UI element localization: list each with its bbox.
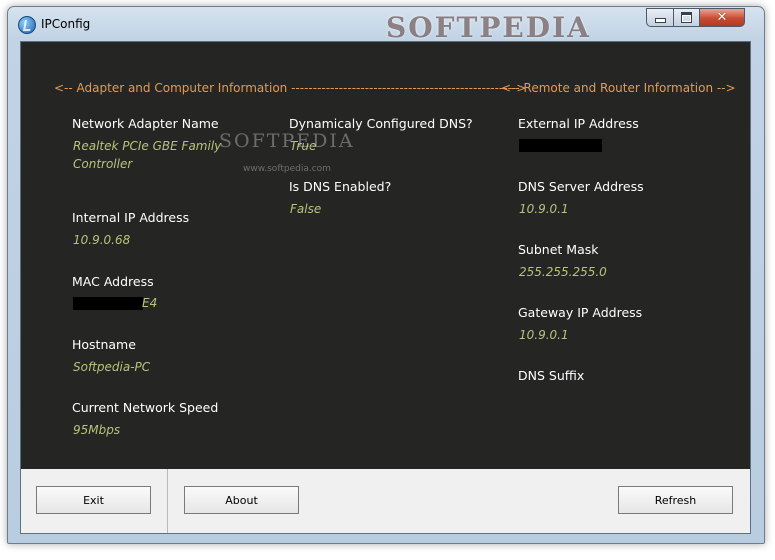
app-icon[interactable] xyxy=(18,16,36,34)
router-section-header: <-- Remote and Router Information --> xyxy=(501,81,736,95)
internal-ip-value: 10.9.0.68 xyxy=(73,233,131,247)
refresh-button[interactable]: Refresh xyxy=(618,486,733,514)
button-bar-divider xyxy=(167,469,168,533)
watermark-banner: SOFTPEDIA xyxy=(386,11,591,44)
mac-address-redaction xyxy=(73,297,143,310)
maximize-icon xyxy=(681,12,692,23)
minimize-button[interactable] xyxy=(646,8,674,27)
dns-server-value: 10.9.0.1 xyxy=(519,202,569,216)
app-window: IPConfig SOFTPEDIA ✕ <-- Adapter and Com… xyxy=(7,6,765,544)
mac-address-value-suffix: E4 xyxy=(142,296,158,310)
watermark-overlay: SOFTPEDIA xyxy=(219,130,355,152)
external-ip-label: External IP Address xyxy=(518,116,639,131)
dns-enabled-label: Is DNS Enabled? xyxy=(289,179,392,194)
external-ip-redaction xyxy=(519,139,602,152)
about-button[interactable]: About xyxy=(184,486,299,514)
watermark-url: www.softpedia.com xyxy=(243,164,331,174)
network-adapter-name-value: Realtek PCIe GBE Family Controller xyxy=(73,139,222,171)
network-speed-label: Current Network Speed xyxy=(72,400,219,415)
client-area: <-- Adapter and Computer Information ---… xyxy=(20,41,751,534)
internal-ip-label: Internal IP Address xyxy=(72,210,190,225)
exit-button[interactable]: Exit xyxy=(36,486,151,514)
dns-enabled-value: False xyxy=(290,202,322,216)
subnet-mask-label: Subnet Mask xyxy=(518,242,599,257)
network-adapter-name-label: Network Adapter Name xyxy=(72,116,219,131)
maximize-button[interactable] xyxy=(673,8,700,27)
dns-suffix-label: DNS Suffix xyxy=(518,368,585,383)
info-panel: <-- Adapter and Computer Information ---… xyxy=(21,42,750,469)
hostname-value: Softpedia-PC xyxy=(73,360,151,374)
network-speed-value: 95Mbps xyxy=(73,423,121,437)
gateway-ip-label: Gateway IP Address xyxy=(518,305,643,320)
button-bar: Exit About Refresh xyxy=(21,469,750,533)
title-bar[interactable]: IPConfig SOFTPEDIA ✕ xyxy=(8,7,764,44)
dynamic-dns-label: Dynamicaly Configured DNS? xyxy=(289,116,473,131)
window-title: IPConfig xyxy=(41,17,91,31)
gateway-ip-value: 10.9.0.1 xyxy=(519,328,569,342)
dns-server-label: DNS Server Address xyxy=(518,179,644,194)
close-button[interactable]: ✕ xyxy=(699,8,745,27)
subnet-mask-value: 255.255.255.0 xyxy=(519,265,607,279)
minimize-icon xyxy=(654,18,666,23)
close-icon: ✕ xyxy=(716,10,728,25)
mac-address-label: MAC Address xyxy=(72,274,154,289)
hostname-label: Hostname xyxy=(72,337,136,352)
adapter-section-header: <-- Adapter and Computer Information ---… xyxy=(54,81,527,95)
